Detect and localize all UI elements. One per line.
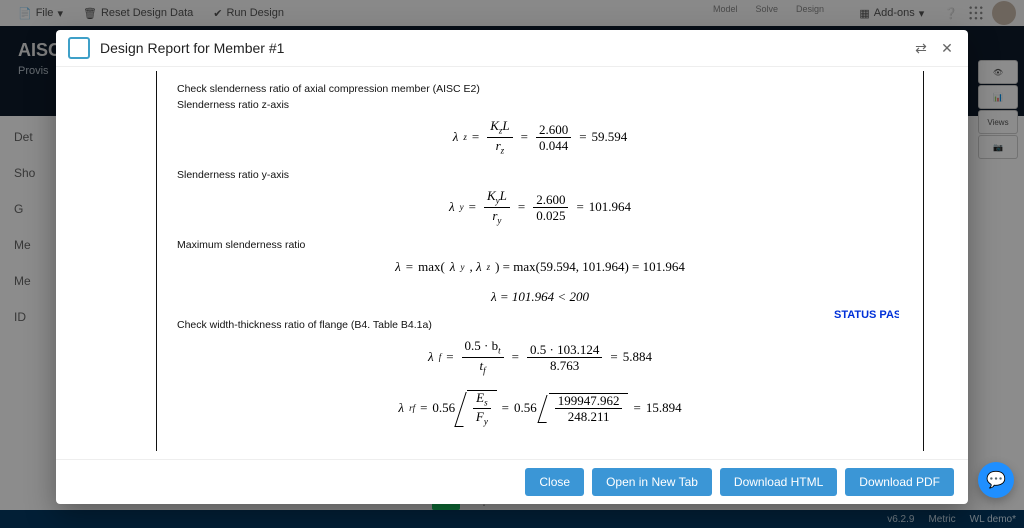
open-new-tab-button[interactable]: Open in New Tab: [592, 468, 712, 496]
report-text: Maximum slenderness ratio: [177, 239, 903, 251]
download-pdf-button[interactable]: Download PDF: [845, 468, 954, 496]
modal-footer: Close Open in New Tab Download HTML Down…: [56, 459, 968, 504]
download-html-button[interactable]: Download HTML: [720, 468, 837, 496]
status-badge: STATUS PASS: [834, 309, 899, 321]
report-text: Check slenderness ratio of axial compres…: [177, 83, 903, 95]
equation-lambda-limit: λ = 101.964 < 200: [177, 289, 903, 305]
equation-lambda-rf: λrf = 0.56 EsFy = 0.56 199947.962248.211…: [177, 390, 903, 427]
report-text: Slenderness ratio z-axis: [177, 99, 903, 111]
modal-header: Design Report for Member #1 ⇄ ✕: [56, 30, 968, 67]
modal-title: Design Report for Member #1: [100, 40, 284, 56]
modal-body[interactable]: Check slenderness ratio of axial compres…: [56, 67, 968, 459]
report-text: Check width-thickness ratio of flange (B…: [177, 319, 903, 331]
app-logo-icon: [68, 37, 90, 59]
design-report-modal: Design Report for Member #1 ⇄ ✕ Check sl…: [56, 30, 968, 504]
equation-lambda-max: λ = max(λy, λz) = max(59.594, 101.964) =…: [177, 259, 903, 275]
equation-lambda-y: λy = KyLry = 2.6000.025 = 101.964: [177, 189, 903, 225]
report-text: Slenderness ratio y-axis: [177, 169, 903, 181]
equation-lambda-f: λf = 0.5 · bttf = 0.5 · 103.1248.763 = 5…: [177, 339, 903, 375]
report-page: Check slenderness ratio of axial compres…: [156, 71, 924, 451]
close-button[interactable]: Close: [525, 468, 584, 496]
chat-bubble-icon[interactable]: 💬: [978, 462, 1014, 498]
swap-icon[interactable]: ⇄: [912, 39, 930, 57]
close-icon[interactable]: ✕: [938, 39, 956, 57]
equation-lambda-z: λz = KzLrz = 2.6000.044 = 59.594: [177, 119, 903, 155]
